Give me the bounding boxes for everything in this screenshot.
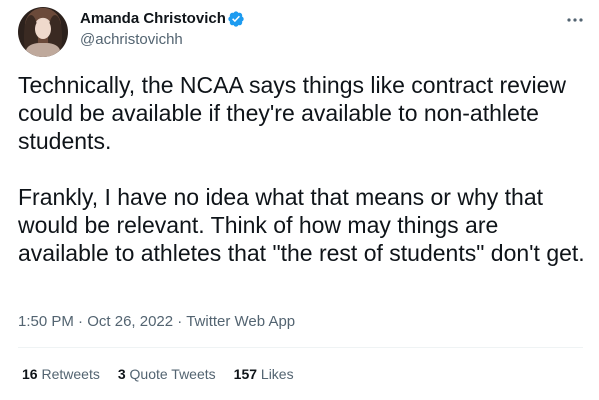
likes-label: Likes [260, 366, 294, 382]
retweets-count: 16 [22, 366, 38, 382]
meta-separator: · [177, 313, 183, 330]
tweet-meta: 1:50 PM · Oct 26, 2022 · Twitter Web App [18, 313, 295, 330]
meta-separator: · [78, 313, 84, 330]
quote-tweets-label: Quote Tweets [129, 366, 216, 382]
tweet-card: Amanda Christovich @achristovichh Techni… [0, 0, 599, 400]
avatar-shirt [26, 43, 60, 57]
quote-tweets-stat[interactable]: 3 Quote Tweets [118, 366, 216, 382]
more-dots-icon [567, 18, 583, 22]
likes-stat[interactable]: 157 Likes [234, 366, 294, 382]
tweet-text: Technically, the NCAA says things like c… [18, 71, 588, 267]
tweet-source[interactable]: Twitter Web App [186, 313, 295, 330]
likes-count: 157 [233, 366, 258, 382]
avatar-face [35, 19, 51, 39]
tweet-paragraph: Technically, the NCAA says things like c… [18, 72, 566, 154]
retweets-label: Retweets [41, 366, 100, 382]
author-display-name[interactable]: Amanda Christovich [80, 10, 226, 27]
quote-tweets-count: 3 [117, 366, 126, 382]
avatar[interactable] [18, 7, 68, 57]
retweets-stat[interactable]: 16 Retweets [22, 366, 100, 382]
tweet-stats: 16 Retweets 3 Quote Tweets 157 Likes [22, 366, 294, 382]
divider [18, 347, 583, 348]
tweet-time[interactable]: 1:50 PM [18, 313, 74, 330]
more-options-icon[interactable] [563, 8, 587, 32]
tweet-paragraph: Frankly, I have no idea what that means … [18, 184, 585, 266]
tweet-date[interactable]: Oct 26, 2022 [87, 313, 173, 330]
verified-badge-icon [228, 11, 244, 27]
author-handle[interactable]: @achristovichh [80, 31, 183, 48]
